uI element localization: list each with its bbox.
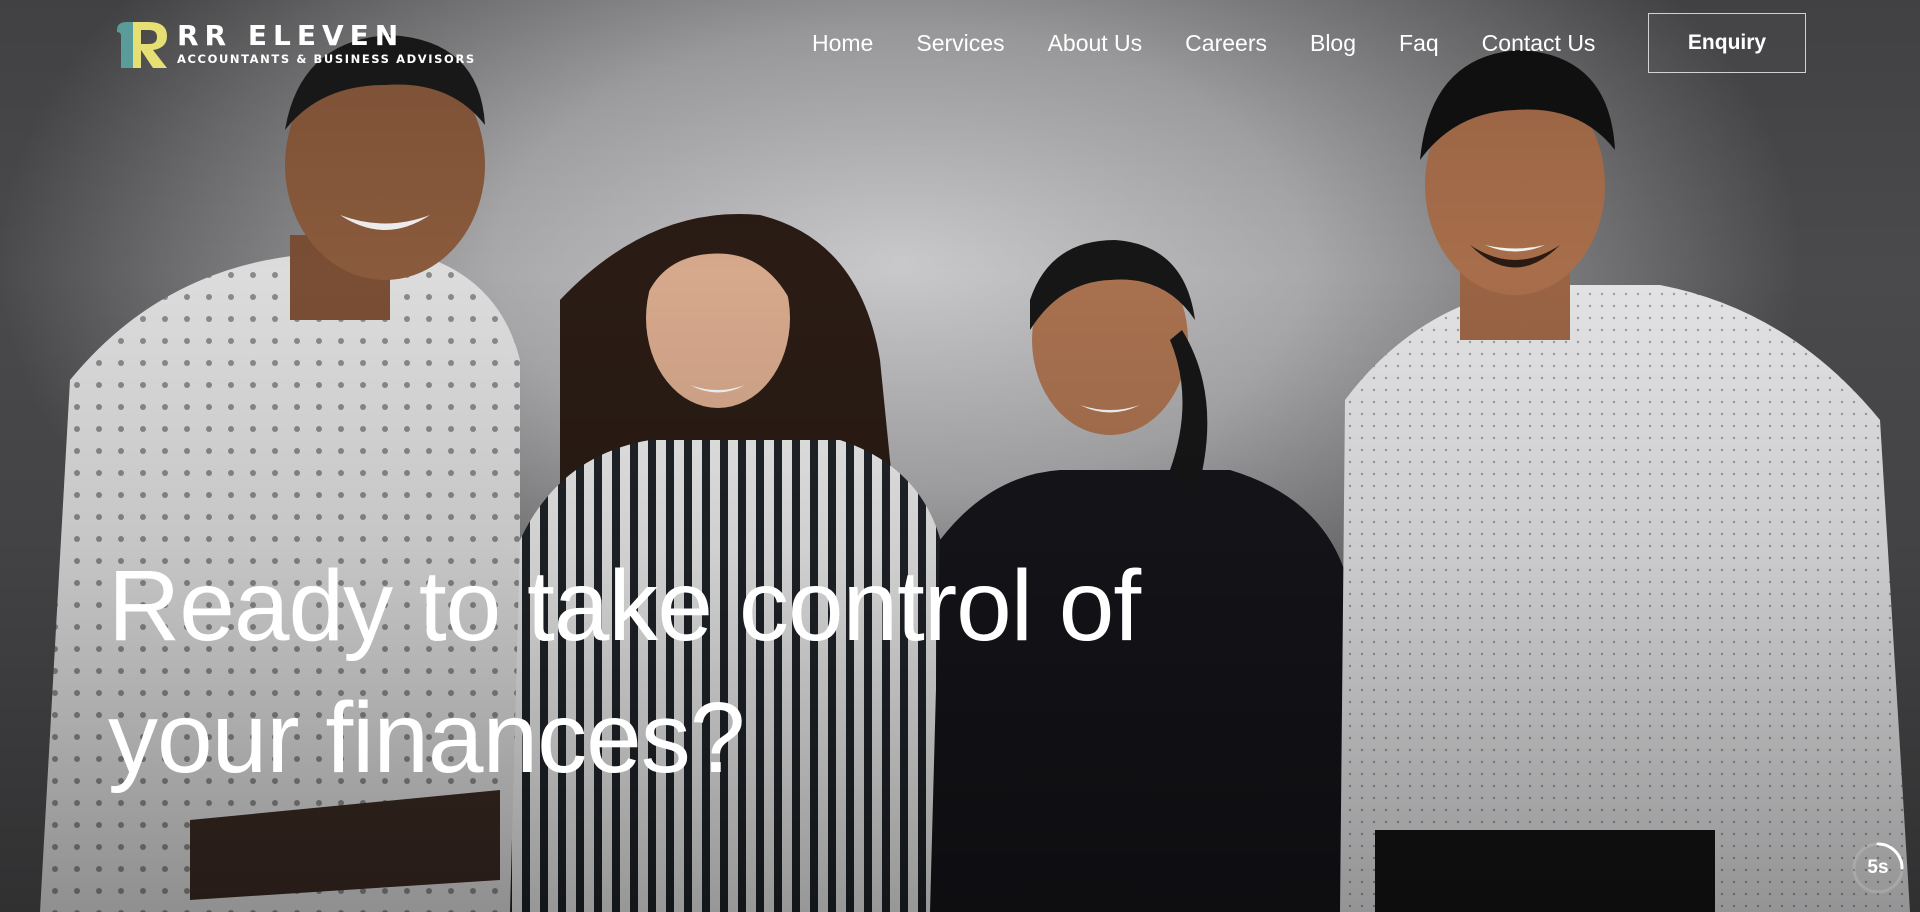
slider-timer[interactable]: 5s	[1850, 840, 1906, 896]
person-4	[1340, 50, 1910, 912]
brand-wordmark: RR ELEVEN ACCOUNTANTS & BUSINESS ADVISOR…	[177, 19, 476, 67]
nav-services[interactable]: Services	[916, 26, 1004, 60]
nav-faq[interactable]: Faq	[1399, 26, 1439, 60]
brand-logo[interactable]: RR ELEVEN ACCOUNTANTS & BUSINESS ADVISOR…	[115, 18, 476, 70]
timer-label: 5s	[1867, 857, 1889, 878]
hero-headline-line-2: your finances?	[108, 682, 745, 794]
hero-headline: Ready to take control of your finances?	[108, 540, 1308, 804]
nav-blog[interactable]: Blog	[1310, 26, 1356, 60]
hero-headline-line-1: Ready to take control of	[108, 550, 1141, 662]
enquiry-button[interactable]: Enquiry	[1648, 13, 1806, 73]
nav-careers[interactable]: Careers	[1185, 26, 1267, 60]
hero-section: RR ELEVEN ACCOUNTANTS & BUSINESS ADVISOR…	[0, 0, 1920, 912]
nav-contact-us[interactable]: Contact Us	[1482, 26, 1596, 60]
nav-home[interactable]: Home	[812, 26, 873, 60]
main-nav: Home Services About Us Careers Blog Faq …	[812, 26, 1595, 60]
rr-logo-mark-icon	[117, 22, 167, 68]
brand-name: RR ELEVEN	[177, 19, 405, 52]
site-header: RR ELEVEN ACCOUNTANTS & BUSINESS ADVISOR…	[0, 0, 1920, 90]
brand-tagline: ACCOUNTANTS & BUSINESS ADVISORS	[177, 52, 476, 66]
nav-about-us[interactable]: About Us	[1048, 26, 1143, 60]
